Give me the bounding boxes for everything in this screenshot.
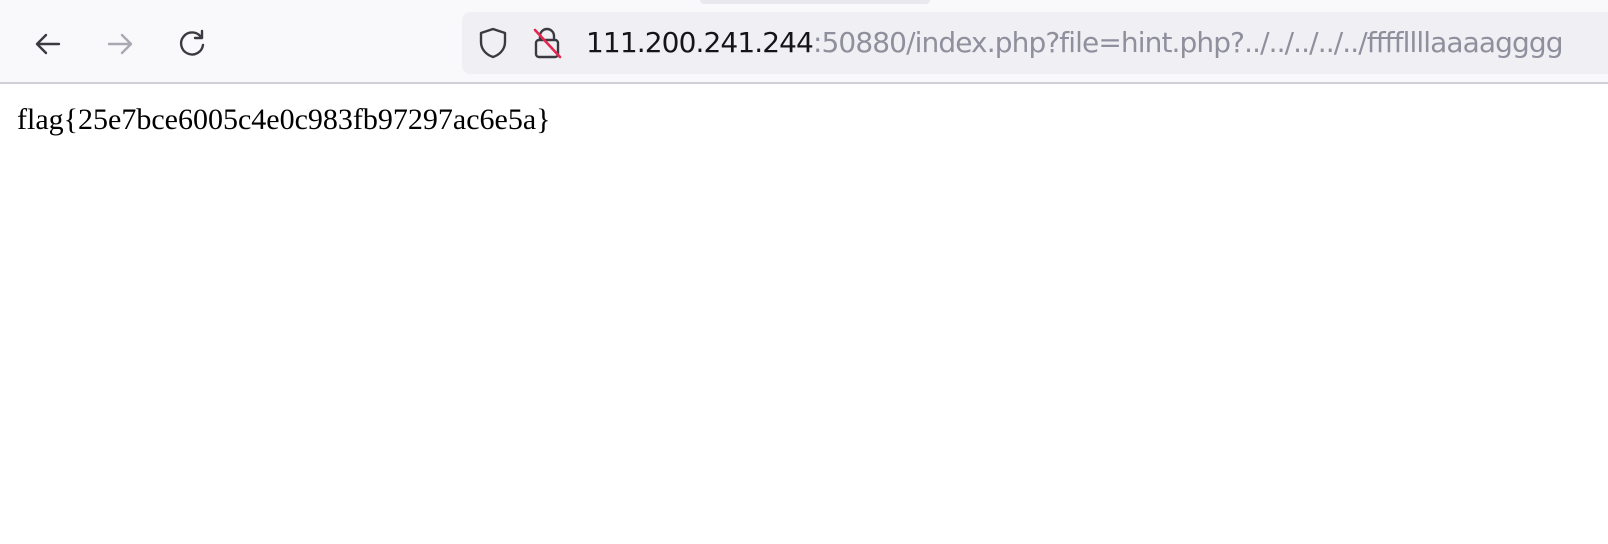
browser-toolbar: 111.200.241.244:50880/index.php?file=hin… <box>0 0 1608 84</box>
page-body-text: flag{25e7bce6005c4e0c983fb97297ac6e5a} <box>17 103 551 136</box>
arrow-right-icon <box>104 28 136 60</box>
tab-strip-edge <box>700 0 930 4</box>
url-text[interactable]: 111.200.241.244:50880/index.php?file=hin… <box>586 12 1564 74</box>
reload-button[interactable] <box>172 24 212 64</box>
arrow-left-icon <box>32 28 64 60</box>
back-button[interactable] <box>28 24 68 64</box>
url-bar[interactable]: 111.200.241.244:50880/index.php?file=hin… <box>462 12 1608 74</box>
tracking-protection-shield-icon[interactable] <box>476 26 510 60</box>
insecure-lock-icon[interactable] <box>530 25 564 61</box>
forward-button[interactable] <box>100 24 140 64</box>
reload-icon <box>176 28 208 60</box>
url-path: :50880/index.php?file=hint.php?../../../… <box>812 26 1564 59</box>
url-host: 111.200.241.244 <box>586 26 814 59</box>
